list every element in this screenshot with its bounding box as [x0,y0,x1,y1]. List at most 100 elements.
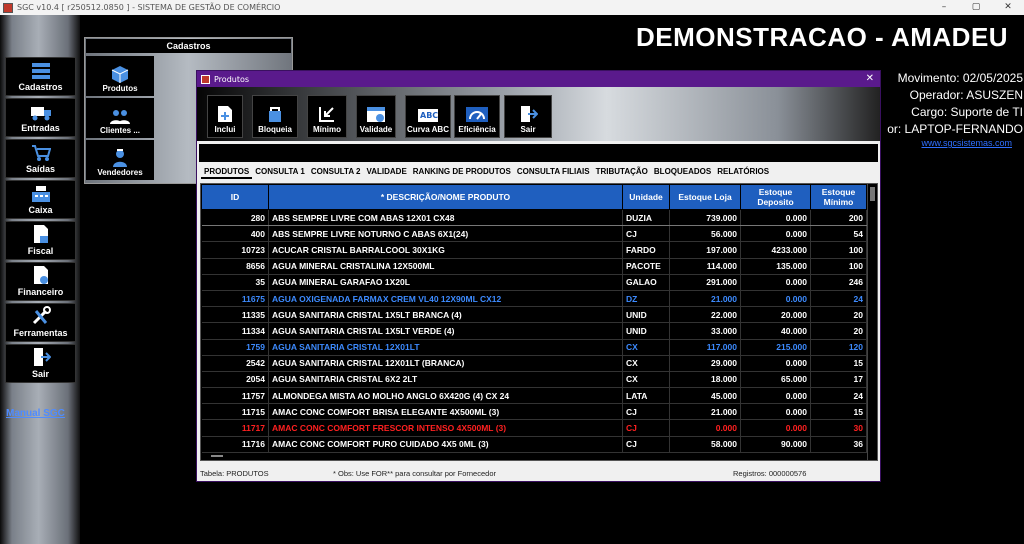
sidebar-item-caixa[interactable]: Caixa [5,180,76,219]
sidebar-item-saidas[interactable]: Saídas [5,139,76,178]
seller-icon [113,149,127,167]
cell-description: AGUA MINERAL GARAFAO 1X20L [268,274,623,291]
sair-button[interactable]: Sair [504,95,552,138]
cell-stock-minimum: 20 [810,322,867,340]
cadastros-item-label: Clientes ... [99,126,140,135]
cell-stock-store: 0.000 [669,419,741,437]
cell-unit: LATA [622,387,670,405]
table-row[interactable]: 11334 AGUA SANITARIA CRISTAL 1X5LT VERDE … [201,322,867,340]
cart-icon [31,145,51,161]
col-estoque-loja[interactable]: Estoque Loja [669,184,741,210]
sidebar-label: Fiscal [27,246,54,256]
table-row[interactable]: 11757 ALMONDEGA MISTA AO MOLHO ANGLO 6X42… [201,387,867,405]
website-link[interactable]: www.sgcsistemas.com [921,138,1012,148]
table-row[interactable]: 400 ABS SEMPRE LIVRE NOTURNO C ABAS 6X1(2… [201,225,867,243]
tab-consulta-2[interactable]: CONSULTA 2 [308,165,364,179]
table-header-row: ID * DESCRIÇÃO/NOME PRODUTO Unidade Esto… [201,184,867,210]
validade-button[interactable]: Validade [356,95,396,138]
sidebar-item-entradas[interactable]: Entradas [5,98,76,137]
table-row[interactable]: 10723 ACUCAR CRISTAL BARRALCOOL 30X1KG FAR… [201,241,867,259]
cell-stock-warehouse: 0.000 [740,274,811,291]
col-estoque-minimo[interactable]: Estoque Mínimo [810,184,867,210]
cell-stock-warehouse: 215.000 [740,339,811,356]
tab-consulta-filiais[interactable]: CONSULTA FILIAIS [514,165,593,179]
minimo-button[interactable]: Mínimo [307,95,347,138]
add-doc-icon [218,106,232,122]
stack-icon [31,63,50,79]
cell-stock-store: 21.000 [669,403,741,421]
cadastros-item-vendedores[interactable]: Vendedores [86,140,154,180]
col-id[interactable]: ID [201,184,269,210]
horizontal-scroll-indicator[interactable] [211,455,223,457]
table-row[interactable]: 35 AGUA MINERAL GARAFAO 1X20L GALAO 291.000… [201,274,867,291]
sidebar-item-ferramentas[interactable]: Ferramentas [5,303,76,342]
cell-unit: CJ [622,403,670,421]
window-title: Produtos [214,74,250,84]
status-table: Tabela: PRODUTOS [200,469,269,478]
cell-id: 35 [201,274,269,291]
vertical-scrollbar[interactable] [867,184,877,460]
products-grid[interactable]: ID * DESCRIÇÃO/NOME PRODUTO Unidade Esto… [200,183,878,461]
tab-produtos[interactable]: PRODUTOS [201,165,253,179]
search-bar[interactable] [199,144,878,162]
manual-link[interactable]: Manual SGC [6,408,65,419]
tab-relatorios[interactable]: RELATÓRIOS [714,165,772,179]
cell-stock-warehouse: 135.000 [740,258,811,275]
col-unidade[interactable]: Unidade [622,184,670,210]
table-row[interactable]: 11717 AMAC CONC COMFORT FRESCOR INTENSO 4… [201,419,867,437]
table-row[interactable]: 11716 AMAC CONC COMFORT PURO CUIDADO 4X5 … [201,436,867,453]
computer-label: or: LAPTOP-FERNANDO [887,122,1023,136]
maximize-button[interactable]: ▢ [960,0,992,15]
cell-stock-minimum: 54 [810,225,867,243]
table-row[interactable]: 11715 AMAC CONC COMFORT BRISA ELEGANTE 4X… [201,403,867,421]
status-obs: * Obs: Use FOR** para consultar por Forn… [333,469,496,478]
sidebar-item-cadastros[interactable]: Cadastros [5,57,76,96]
cell-stock-minimum: 100 [810,241,867,259]
cell-unit: CJ [622,419,670,437]
exit-icon [521,106,538,122]
sidebar-label: Saídas [25,164,56,174]
table-row[interactable]: 11335 AGUA SANITARIA CRISTAL 1X5LT BRANCA… [201,306,867,324]
table-row[interactable]: 2542 AGUA SANITARIA CRISTAL 12X01LT (BRAN… [201,355,867,372]
box-icon [111,66,129,83]
scroll-thumb[interactable] [870,187,875,201]
sidebar-item-sair[interactable]: Sair [5,344,76,383]
cell-stock-warehouse: 0.000 [740,290,811,308]
table-row[interactable]: 11675 AGUA OXIGENADA FARMAX CREM VL40 12X… [201,290,867,308]
tab-bloqueados[interactable]: BLOQUEADOS [651,165,714,179]
toolbar-label: Validade [359,125,393,134]
curva-abc-button[interactable]: ABC Curva ABC [405,95,451,138]
cadastros-item-produtos[interactable]: Produtos [86,56,154,96]
abc-icon: ABC [418,109,438,122]
col-estoque-deposito[interactable]: Estoque Deposito [740,184,811,210]
table-row[interactable]: 2054 AGUA SANITARIA CRISTAL 6X2 2LT CX 18.0… [201,371,867,389]
toolbar-label: Mínimo [313,125,341,134]
cell-unit: CJ [622,225,670,243]
cell-id: 11717 [201,419,269,437]
cell-unit: CJ [622,436,670,453]
sidebar-item-financeiro[interactable]: Financeiro [5,262,76,301]
tab-validade[interactable]: VALIDADE [363,165,409,179]
cell-stock-store: 33.000 [669,322,741,340]
sidebar-label: Sair [31,369,49,379]
close-button[interactable]: ✕ [992,0,1024,15]
calendar-icon [367,107,385,122]
cadastros-item-clientes[interactable]: Clientes ... [86,98,154,138]
table-row[interactable]: 280 ABS SEMPRE LIVRE COM ABAS 12X01 CX48 D… [201,209,867,227]
cell-stock-minimum: 15 [810,355,867,372]
bloqueia-button[interactable]: Bloqueia [252,95,298,138]
app-icon [3,2,13,13]
tab-ranking[interactable]: RANKING DE PRODUTOS [410,165,514,179]
table-row[interactable]: 8656 AGUA MINERAL CRISTALINA 12X500ML PACO… [201,258,867,275]
minimize-button[interactable]: – [928,0,960,15]
table-row[interactable]: 1759 AGUA SANITARIA CRISTAL 12X01LT CX 117.… [201,339,867,356]
sidebar-item-fiscal[interactable]: Fiscal [5,221,76,260]
window-close-button[interactable]: ✕ [866,73,874,84]
eficiencia-button[interactable]: Eficiência [454,95,500,138]
col-descricao[interactable]: * DESCRIÇÃO/NOME PRODUTO [268,184,623,210]
inclui-button[interactable]: Inclui [207,95,243,138]
tab-tributacao[interactable]: TRIBUTAÇÃO [593,165,651,179]
tab-consulta-1[interactable]: CONSULTA 1 [252,165,308,179]
cell-description: AGUA SANITARIA CRISTAL 1X5LT VERDE (4) [268,322,623,340]
cell-stock-store: 29.000 [669,355,741,372]
